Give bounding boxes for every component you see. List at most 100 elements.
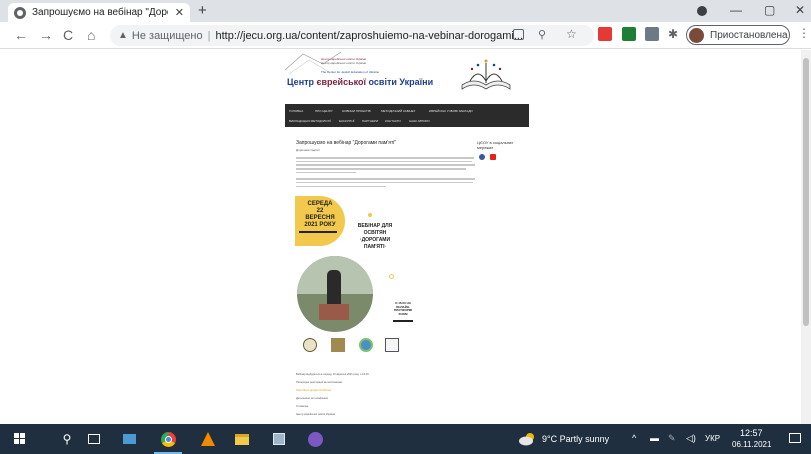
forward-button[interactable]: → [39, 26, 53, 44]
nav-item-contacts[interactable]: КОНТАКТИ [385, 119, 401, 123]
event-info: Вебінар відбудеться в середу, 22 вересня… [296, 373, 369, 376]
task-view-icon[interactable] [86, 431, 102, 447]
clock-time[interactable]: 12:57 [740, 428, 763, 438]
site-title-part2: освіти [366, 77, 400, 87]
poster-year: 2021 РОКУ [304, 222, 336, 228]
nav-item-news[interactable]: НОВИНИ ПРОЕКТІВ [342, 109, 371, 113]
address-separator: | [207, 29, 211, 42]
windows-start-icon[interactable] [14, 433, 26, 445]
poster-title-2: ОСВІТЯН [363, 230, 387, 236]
nav-item-about[interactable]: ПРО ЦЕНТР [315, 109, 332, 113]
article-paragraph-1 [296, 157, 476, 174]
tray-chevron-icon[interactable]: ^ [632, 433, 636, 443]
extension-green-icon[interactable] [622, 27, 636, 41]
zoom-icon[interactable]: ⚲ [538, 28, 546, 41]
file-explorer-icon[interactable] [234, 431, 250, 447]
avatar [689, 27, 704, 43]
home-button[interactable]: ⌂ [87, 26, 95, 44]
site-title-part3: України [399, 77, 434, 87]
profile-status: Приостановлена [710, 29, 788, 41]
security-label[interactable]: Не защищено [132, 30, 203, 42]
vlc-icon[interactable] [200, 431, 216, 447]
nav-item-method[interactable]: МЕТОДИЧНИЙ КАБІНЕТ [381, 109, 416, 113]
search-icon[interactable]: ⚲ [59, 431, 75, 447]
profile-button[interactable]: Приостановлена [686, 25, 790, 45]
facebook-icon[interactable] [479, 154, 485, 160]
poster-weekday: СЕРЕДА [307, 201, 333, 207]
reload-button[interactable]: C [63, 26, 73, 44]
webinar-poster: СЕРЕДА 22 ВЕРЕСНЯ 2021 РОКУ ВЕБІНАР ДЛЯ … [295, 196, 413, 332]
notification-icon[interactable] [789, 433, 801, 443]
site-title-part1: Центр [287, 77, 317, 87]
outline-dot [389, 274, 394, 279]
weather-cloud-icon[interactable] [518, 432, 536, 446]
page-scrollbar[interactable] [801, 50, 811, 424]
article-subtitle: Дорогами пам'яті [296, 148, 320, 152]
maximize-button[interactable]: ▢ [764, 3, 775, 17]
nav-item-partners[interactable]: ПАРТНЕРИ [362, 119, 378, 123]
volume-icon[interactable]: ◁) [686, 433, 696, 444]
weather-text[interactable]: 9°C Partly sunny [542, 434, 609, 444]
yellow-dot [368, 213, 372, 217]
minimize-button[interactable]: — [730, 3, 742, 17]
partner-logo-2-icon [331, 338, 345, 352]
article-paragraph-2 [296, 178, 476, 188]
clock-date[interactable]: 06.11.2021 [732, 440, 771, 449]
scrollbar-thumb[interactable] [803, 58, 809, 326]
registration-label: Попередня реєстрація за посиланням: [296, 381, 343, 384]
network-icon[interactable]: ▬ [650, 433, 659, 443]
browser-toolbar: ← → C ⌂ ▲ Не защищено | http://jecu.org.… [0, 22, 811, 49]
nav-item-excursions[interactable]: ЕКСКУРСІЇ [339, 119, 354, 123]
url-text[interactable]: http://jecu.org.ua/content/zaproshuiemo-… [215, 30, 523, 42]
poster-title-1: ВЕБІНАР ДЛЯ [357, 223, 393, 229]
poster-day: 22 [316, 208, 324, 214]
regards-text: З повагою, [296, 405, 309, 408]
registration-link[interactable]: https://docs.google.com/forms/ [296, 389, 476, 392]
pen-icon[interactable]: ✎ [668, 433, 676, 444]
date-underline [299, 231, 337, 233]
warning-icon[interactable]: ▲ [118, 30, 128, 41]
poster-title-3: ·ДОРОГАМИ [359, 237, 391, 243]
viber-icon[interactable] [307, 431, 323, 447]
tab-close-button[interactable]: ✕ [175, 6, 184, 19]
nav-item-methodologies[interactable]: ВИКЛАДАЦЬКІ МЕТОДОЛОГІЇ [289, 119, 331, 123]
tab-search-icon[interactable] [697, 6, 707, 16]
browser-tab[interactable]: Запрошуємо на вебінар "Дорог ✕ [8, 3, 190, 22]
close-window-button[interactable]: ✕ [795, 3, 805, 17]
sidebar: ЦЄОУ в соціальних мережах [477, 140, 527, 160]
remote-app-icon[interactable] [271, 431, 287, 447]
language-indicator[interactable]: УКР [705, 434, 720, 443]
banner-line-3: The Center for Jewish Education of Ukrai… [321, 70, 380, 74]
translate-icon[interactable] [513, 29, 524, 40]
site-title: Центр єврейської освіти України [287, 77, 433, 87]
social-heading: ЦЄОУ в соціальних мережах [477, 140, 514, 150]
poster-title-4: ПАМ'ЯТІ· [363, 244, 387, 250]
time-underline [393, 320, 413, 322]
partner-logos [303, 338, 403, 358]
nav-item-authors[interactable]: НАШІ АВТОРИ [409, 119, 430, 123]
chrome-icon[interactable] [160, 431, 176, 447]
youtube-icon[interactable] [490, 154, 496, 160]
article-title: Запрошуємо на вебінар "Дорогами пам'яті" [296, 140, 397, 146]
nav-item-schools[interactable]: ЄВРЕЙСЬКІ УЧБОВІ ЗАКЛАДИ [429, 109, 473, 113]
pdf-extension-icon[interactable] [598, 27, 612, 41]
mail-app-icon[interactable] [121, 431, 137, 447]
page-viewport: Центр єврейської освіти України Центр єв… [0, 50, 811, 424]
article: Запрошуємо на вебінар "Дорогами пам'яті"… [296, 140, 476, 188]
nav-item-home[interactable]: ГОЛОВНА [289, 109, 303, 113]
windows-taskbar: ⚲ 9°C Partly sunny ^ ▬ ✎ ◁) УКР 12:57 06… [0, 424, 811, 454]
browser-menu-icon[interactable]: ⋮ [798, 26, 810, 40]
new-tab-button[interactable]: + [198, 2, 207, 20]
extension-gray-icon[interactable] [645, 27, 659, 41]
bookmark-star-icon[interactable]: ☆ [566, 27, 577, 41]
signature-text: Центр єврейської освіти України [296, 413, 336, 416]
site-navbar: ГОЛОВНА ПРО ЦЕНТР НОВИНИ ПРОЕКТІВ МЕТОДИ… [285, 104, 529, 127]
book-menorah-logo-icon [461, 59, 511, 90]
extensions-puzzle-icon[interactable]: ✱ [668, 27, 678, 41]
back-button[interactable]: ← [14, 26, 28, 44]
site-title-highlight: єврейської [316, 77, 367, 87]
site-banner[interactable]: Центр єврейської освіти України Центр єв… [283, 50, 529, 102]
tab-strip: Запрошуємо на вебінар "Дорог ✕ + — ▢ ✕ [0, 0, 811, 22]
partner-logo-1-icon [303, 338, 317, 352]
poster-time-line-4: ZOOM [398, 311, 408, 316]
